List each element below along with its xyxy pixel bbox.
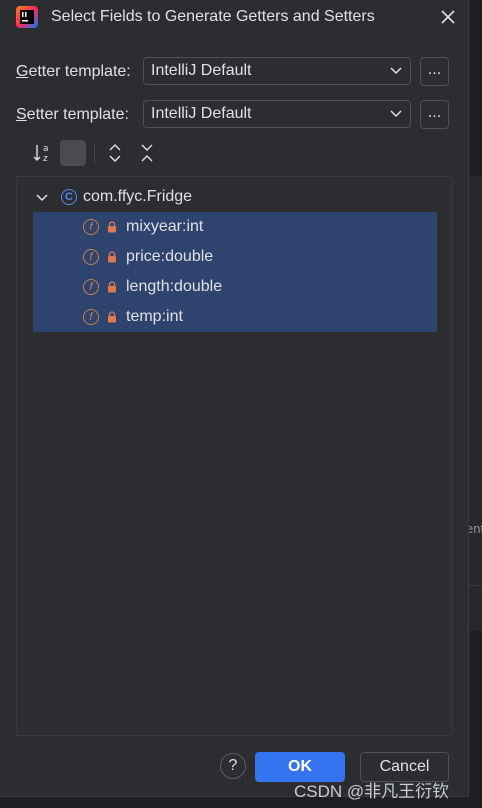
chevron-down-icon[interactable] <box>36 193 48 203</box>
tree-field-label: price:double <box>126 248 214 265</box>
lock-icon <box>108 311 116 323</box>
class-icon: C <box>61 189 77 205</box>
getter-label-text: etter template: <box>28 63 131 80</box>
tree-field-item[interactable]: f mixyear:int <box>33 212 437 242</box>
dialog-title: Select Fields to Generate Getters and Se… <box>51 8 375 25</box>
chevron-down-icon <box>390 67 402 75</box>
setter-template-select[interactable]: IntelliJ Default <box>143 100 411 128</box>
svg-text:a: a <box>43 144 49 154</box>
dialog-titlebar: Select Fields to Generate Getters and Se… <box>0 0 468 36</box>
tree-field-item[interactable]: f temp:int <box>33 302 437 332</box>
close-icon[interactable] <box>438 7 458 27</box>
lock-icon <box>108 251 116 263</box>
getter-template-select[interactable]: IntelliJ Default <box>143 57 411 85</box>
chevron-down-icon <box>390 110 402 118</box>
sort-alphabetically-icon[interactable]: a z <box>30 140 56 166</box>
field-icon: f <box>83 249 99 265</box>
lock-icon <box>108 281 116 293</box>
collapse-all-icon[interactable] <box>134 140 160 166</box>
watermark: CSDN @非凡王衍钦 <box>294 782 450 801</box>
getter-template-value: IntelliJ Default <box>151 62 252 79</box>
field-icon: f <box>83 279 99 295</box>
generate-getters-setters-dialog: Select Fields to Generate Getters and Se… <box>0 0 469 797</box>
intellij-app-icon <box>16 6 38 28</box>
tree-root-label: com.ffyc.Fridge <box>83 188 193 205</box>
tree-field-item[interactable]: f price:double <box>33 242 437 272</box>
fields-tree: C com.ffyc.Fridge f mixyear:int f price:… <box>16 176 452 736</box>
getter-template-label: Getter template: <box>16 63 131 81</box>
toolbar-separator <box>94 144 95 164</box>
expand-all-icon[interactable] <box>102 140 128 166</box>
setter-template-browse-button[interactable]: ... <box>420 100 449 129</box>
background-panel <box>469 176 482 631</box>
lock-icon <box>108 221 116 233</box>
show-fields-toggle[interactable] <box>60 140 86 166</box>
getter-template-browse-button[interactable]: ... <box>420 57 449 86</box>
tree-field-label: temp:int <box>126 308 183 325</box>
field-icon: f <box>83 309 99 325</box>
tree-toolbar: a z <box>30 140 210 168</box>
tree-root-class[interactable]: C com.ffyc.Fridge <box>17 187 451 209</box>
background-divider <box>469 585 482 586</box>
svg-text:z: z <box>43 154 48 164</box>
setter-template-label: Setter template: <box>16 106 129 124</box>
help-button[interactable]: ? <box>220 753 246 779</box>
setter-label-text: etter template: <box>26 106 129 123</box>
setter-label-mnemonic: S <box>16 106 27 123</box>
getter-label-mnemonic: G <box>16 63 29 80</box>
setter-template-value: IntelliJ Default <box>151 105 252 122</box>
tree-field-item[interactable]: f length:double <box>33 272 437 302</box>
selected-fields-group: f mixyear:int f price:double f length:do… <box>33 212 437 332</box>
tree-field-label: mixyear:int <box>126 218 204 235</box>
field-icon: f <box>83 219 99 235</box>
tree-field-label: length:double <box>126 278 223 295</box>
